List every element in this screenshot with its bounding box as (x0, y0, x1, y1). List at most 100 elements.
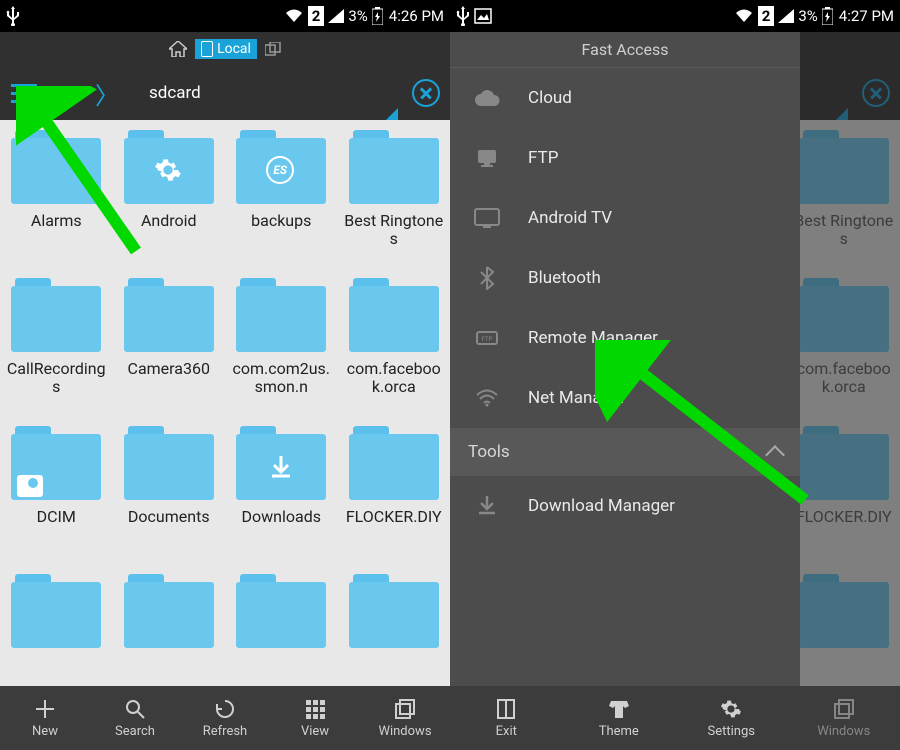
exit-icon (496, 697, 516, 721)
signal-icon (778, 9, 794, 23)
theme-icon (607, 697, 631, 721)
exit-button[interactable]: Exit (450, 686, 563, 750)
folder-icon (124, 574, 214, 648)
folder-flocker[interactable]: FLOCKER.DIY (342, 426, 447, 574)
folder-icon: ES (236, 130, 326, 204)
windows-icon (394, 697, 416, 721)
folder-callrecordings[interactable]: CallRecordings (4, 278, 109, 426)
folder-icon (11, 574, 101, 648)
sim-indicator: 2 (308, 6, 325, 26)
clock-text: 4:26 PM (389, 7, 444, 25)
folder-facebook-orca[interactable]: com.facebook.orca (342, 278, 447, 426)
status-bar: 2 3% 4:26 PM (0, 0, 450, 32)
wifi-icon (284, 8, 304, 24)
battery-icon (822, 7, 833, 25)
folder-icon (124, 278, 214, 352)
drawer-item-net-manager[interactable]: Net Manager (450, 368, 800, 428)
usb-icon (6, 6, 20, 26)
gear-icon (720, 697, 742, 721)
theme-button[interactable]: Theme (563, 686, 676, 750)
tab-indicator (386, 108, 398, 120)
drawer-header: Fast Access (450, 32, 800, 68)
drawer-item-androidtv[interactable]: Android TV (450, 188, 800, 248)
multiwindow-icon[interactable] (265, 42, 281, 56)
folder-icon (124, 426, 214, 500)
wifi-icon (734, 8, 754, 24)
refresh-button[interactable]: Refresh (180, 686, 270, 750)
drawer-section-tools[interactable]: Tools (450, 428, 800, 476)
windows-button[interactable]: Windows (788, 686, 900, 750)
clock-text: 4:27 PM (839, 7, 894, 25)
folder-icon (236, 278, 326, 352)
folder-com2us[interactable]: com.com2us.smon.n (229, 278, 334, 426)
bottom-toolbar: New Search Refresh View Windows (0, 686, 450, 750)
drawer-item-bluetooth[interactable]: Bluetooth (450, 248, 800, 308)
folder-facebook-bg: com.facebook.orca (792, 278, 897, 426)
drawer-item-remote-manager[interactable]: FTPRemote Manager (450, 308, 800, 368)
breadcrumb-root[interactable]: / (48, 83, 95, 103)
plus-icon (34, 697, 56, 721)
tab-indicator (836, 108, 848, 120)
folder-icon (236, 574, 326, 648)
folder-best-ringtones[interactable]: Best Ringtones (342, 130, 447, 278)
view-button[interactable]: View (270, 686, 360, 750)
folder-dcim[interactable]: DCIM (4, 426, 109, 574)
navigation-drawer: Fast Access Cloud FTP Android TV Bluetoo… (450, 32, 800, 686)
remote-icon: FTP (472, 326, 502, 350)
windows-icon (833, 697, 855, 721)
download-icon (270, 456, 292, 480)
folder-alarms[interactable]: Alarms (4, 130, 109, 278)
folder-partial[interactable] (229, 574, 334, 686)
left-screen: 2 3% 4:26 PM Local / 〉 sdcard Alarms And… (0, 0, 450, 750)
drawer-item-ftp[interactable]: FTP (450, 128, 800, 188)
bluetooth-icon (472, 266, 502, 290)
folder-downloads[interactable]: Downloads (229, 426, 334, 574)
signal-icon (328, 9, 344, 23)
folder-camera360[interactable]: Camera360 (117, 278, 222, 426)
bottom-toolbar-right: Exit Theme Settings Windows (450, 686, 900, 750)
search-button[interactable]: Search (90, 686, 180, 750)
es-icon: ES (266, 156, 294, 184)
gear-icon (154, 156, 182, 184)
folder-android[interactable]: Android (117, 130, 222, 278)
folder-icon (349, 426, 439, 500)
folder-icon (11, 130, 101, 204)
path-bar: Local (0, 32, 450, 66)
folder-partial[interactable] (342, 574, 447, 686)
wifi-icon (472, 386, 502, 410)
local-tab[interactable]: Local (195, 39, 257, 59)
folder-icon (11, 278, 101, 352)
camera-icon (17, 475, 43, 497)
folder-partial[interactable] (4, 574, 109, 686)
folder-icon (124, 130, 214, 204)
home-icon[interactable] (169, 41, 187, 57)
picture-icon (474, 8, 492, 24)
breadcrumb-current[interactable]: sdcard (119, 83, 221, 103)
settings-button[interactable]: Settings (675, 686, 788, 750)
close-tab-button[interactable] (862, 79, 890, 107)
drawer-item-download-manager[interactable]: Download Manager (450, 476, 800, 536)
folder-grid: Alarms Android ESbackups Best Ringtones … (0, 120, 450, 686)
svg-text:FTP: FTP (482, 336, 493, 343)
new-button[interactable]: New (0, 686, 90, 750)
folder-icon (11, 426, 101, 500)
hamburger-menu-button[interactable] (0, 66, 48, 120)
drawer-item-cloud[interactable]: Cloud (450, 68, 800, 128)
sim-indicator: 2 (758, 6, 775, 26)
battery-percent: 3% (798, 7, 817, 25)
windows-button[interactable]: Windows (360, 686, 450, 750)
folder-best-ringtones-bg: Best Ringtones (792, 130, 897, 278)
folder-backups[interactable]: ESbackups (229, 130, 334, 278)
refresh-icon (214, 697, 236, 721)
search-icon (124, 697, 146, 721)
cloud-icon (472, 86, 502, 110)
grid-icon (305, 697, 325, 721)
folder-documents[interactable]: Documents (117, 426, 222, 574)
folder-icon (349, 278, 439, 352)
close-tab-button[interactable] (412, 79, 440, 107)
breadcrumb-row: / 〉 sdcard (0, 66, 450, 120)
battery-percent: 3% (348, 7, 367, 25)
ftp-icon (472, 146, 502, 170)
chevron-up-icon (765, 445, 785, 465)
folder-partial[interactable] (117, 574, 222, 686)
